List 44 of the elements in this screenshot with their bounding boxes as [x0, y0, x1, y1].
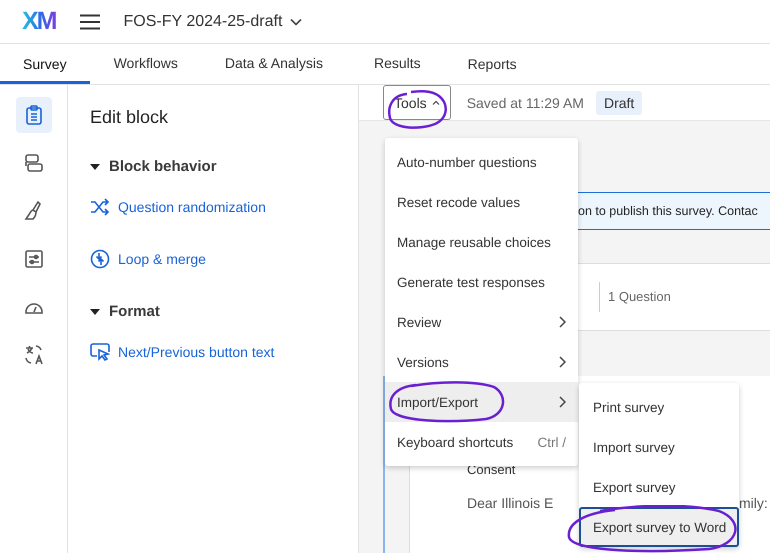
submenu-item[interactable]: Import survey: [579, 427, 739, 467]
translate-icon: [22, 344, 44, 366]
block-option-link[interactable]: Loop & merge: [118, 251, 206, 267]
shuffle-icon: [90, 197, 110, 217]
question-label: Consent: [467, 462, 516, 477]
section-title: Format: [109, 303, 160, 320]
menu-item[interactable]: Versions: [385, 342, 578, 382]
banner-text: on to publish this survey. Contac: [578, 204, 758, 218]
menu-item[interactable]: Generate test responses: [385, 262, 578, 302]
section-title: Block behavior: [109, 158, 217, 175]
caret-icon[interactable]: [90, 308, 100, 314]
save-status: Saved at 11:29 AM: [466, 94, 584, 110]
submenu-item[interactable]: Export survey: [579, 467, 739, 507]
menu-item[interactable]: Auto-number questions: [385, 142, 578, 182]
nav-tab[interactable]: Data & Analysis: [202, 44, 346, 84]
cursor-icon: [90, 342, 110, 362]
menu-item[interactable]: Review: [385, 302, 578, 342]
caret-icon: [432, 100, 440, 105]
menu-item[interactable]: Import/Export: [385, 382, 578, 422]
loop-icon: [90, 249, 110, 269]
submenu-item[interactable]: Print survey: [579, 387, 739, 427]
question-count: 1 Question: [599, 282, 671, 312]
menu-icon[interactable]: [80, 14, 100, 30]
block-option-link[interactable]: Question randomization: [118, 199, 266, 215]
menu-item[interactable]: Reset recode values: [385, 182, 578, 222]
block-option-link[interactable]: Next/Previous button text: [118, 344, 274, 360]
caret-icon[interactable]: [90, 164, 100, 170]
nav-tab[interactable]: Reports: [444, 44, 540, 84]
nav-tab[interactable]: Survey: [0, 44, 90, 84]
menu-item[interactable]: Manage reusable choices: [385, 222, 578, 262]
question-text: mily:: [739, 495, 768, 511]
submenu-item[interactable]: Export survey to Word: [579, 507, 739, 547]
panel-title: Edit block: [90, 107, 170, 128]
nav-tab[interactable]: Results: [346, 44, 445, 84]
tools-button[interactable]: Tools: [383, 85, 451, 120]
chevron-icon: [290, 18, 302, 26]
nav-tab[interactable]: Workflows: [90, 44, 202, 84]
question-text: Dear Illinois E: [467, 495, 554, 511]
clipboard-tool-button[interactable]: [16, 97, 52, 133]
sliders-icon: [22, 248, 44, 270]
project-dropdown[interactable]: FOS-FY 2024-25-draft: [124, 12, 302, 30]
draft-badge: Draft: [596, 90, 642, 114]
stacked-blocks-icon: [22, 152, 44, 174]
menu-item[interactable]: Keyboard shortcuts Ctrl /: [385, 422, 578, 462]
